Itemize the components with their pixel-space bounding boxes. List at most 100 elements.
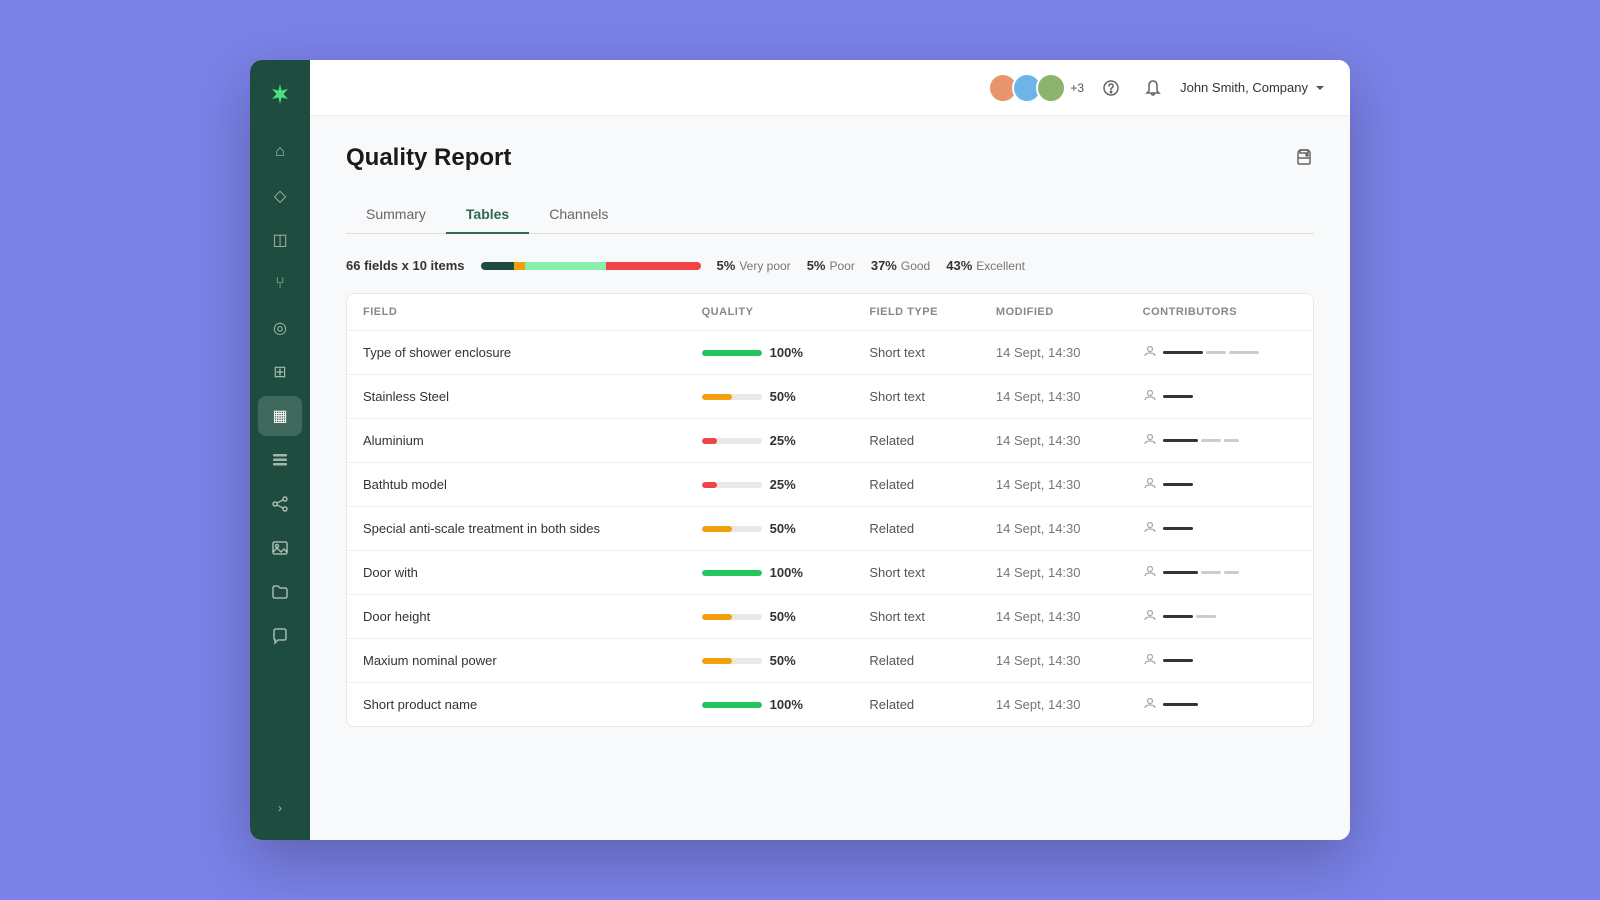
table-row[interactable]: Door with100%Short text14 Sept, 14:30 [347, 551, 1313, 595]
field-name-cell: Special anti-scale treatment in both sid… [347, 507, 686, 551]
poor-label: Poor [829, 259, 854, 273]
stat-excellent: 43% Excellent [946, 258, 1025, 273]
sidebar-item-tag[interactable]: ◇ [258, 176, 302, 216]
sidebar-item-chat[interactable] [258, 616, 302, 656]
tab-channels[interactable]: Channels [529, 196, 628, 234]
tab-summary[interactable]: Summary [346, 196, 446, 234]
help-icon[interactable] [1096, 73, 1126, 103]
quality-cell: 100% [686, 331, 854, 375]
stat-poor: 5% Poor [807, 258, 855, 273]
modified-cell: 14 Sept, 14:30 [980, 463, 1127, 507]
stat-very-poor: 5% Very poor [717, 258, 791, 273]
progress-very-poor [481, 262, 514, 270]
sidebar-item-connect[interactable] [258, 484, 302, 524]
field-type-cell: Related [853, 463, 980, 507]
contributor-icon [1143, 652, 1157, 669]
progress-poor [514, 262, 525, 270]
tab-tables[interactable]: Tables [446, 196, 529, 234]
contributor-icon [1143, 344, 1157, 361]
good-label: Good [901, 259, 930, 273]
sidebar-item-layers[interactable]: ◫ [258, 220, 302, 260]
contributor-icon [1143, 520, 1157, 537]
contributors-cell [1127, 683, 1313, 727]
quality-cell: 50% [686, 375, 854, 419]
table-row[interactable]: Type of shower enclosure100%Short text14… [347, 331, 1313, 375]
field-name-cell: Bathtub model [347, 463, 686, 507]
very-poor-pct: 5% [717, 258, 736, 273]
table-row[interactable]: Door height50%Short text14 Sept, 14:30 [347, 595, 1313, 639]
sidebar-item-home[interactable]: ⌂ [258, 132, 302, 172]
contributor-icon [1143, 388, 1157, 405]
sidebar-item-image[interactable] [258, 528, 302, 568]
contributors-cell [1127, 507, 1313, 551]
field-type-cell: Related [853, 683, 980, 727]
excellent-pct: 43% [946, 258, 972, 273]
quality-cell: 25% [686, 463, 854, 507]
table-row[interactable]: Short product name100%Related14 Sept, 14… [347, 683, 1313, 727]
field-name-cell: Type of shower enclosure [347, 331, 686, 375]
tab-bar: Summary Tables Channels [346, 196, 1314, 234]
poor-pct: 5% [807, 258, 826, 273]
field-name-cell: Aluminium [347, 419, 686, 463]
field-type-cell: Short text [853, 331, 980, 375]
sidebar-item-stack[interactable] [258, 440, 302, 480]
table-row[interactable]: Stainless Steel50%Short text14 Sept, 14:… [347, 375, 1313, 419]
modified-cell: 14 Sept, 14:30 [980, 683, 1127, 727]
table-row[interactable]: Special anti-scale treatment in both sid… [347, 507, 1313, 551]
sidebar-logo [262, 76, 298, 112]
modified-cell: 14 Sept, 14:30 [980, 507, 1127, 551]
field-type-cell: Related [853, 419, 980, 463]
field-name-cell: Short product name [347, 683, 686, 727]
sidebar-item-grid[interactable]: ⊞ [258, 352, 302, 392]
good-pct: 37% [871, 258, 897, 273]
topbar: +3 John Smith, Company [310, 60, 1350, 116]
quality-cell: 50% [686, 507, 854, 551]
modified-cell: 14 Sept, 14:30 [980, 595, 1127, 639]
quality-cell: 100% [686, 683, 854, 727]
field-name-cell: Maxium nominal power [347, 639, 686, 683]
quality-cell: 50% [686, 595, 854, 639]
modified-cell: 14 Sept, 14:30 [980, 639, 1127, 683]
sidebar-item-git[interactable]: ⑂ [258, 264, 302, 304]
contributors-cell [1127, 639, 1313, 683]
contributor-icon [1143, 432, 1157, 449]
page-header: Quality Report [346, 144, 1314, 172]
print-button[interactable] [1294, 146, 1314, 171]
sidebar-item-folder[interactable] [258, 572, 302, 612]
progress-excellent [606, 262, 701, 270]
data-table: FIELD QUALITY FIELD TYPE MODIFIED CONTRI… [346, 293, 1314, 727]
contributors-cell [1127, 375, 1313, 419]
field-type-cell: Short text [853, 595, 980, 639]
contributor-icon [1143, 476, 1157, 493]
contributors-cell [1127, 419, 1313, 463]
excellent-label: Excellent [976, 259, 1025, 273]
col-field: FIELD [347, 294, 686, 331]
very-poor-label: Very poor [739, 259, 790, 273]
field-name-cell: Stainless Steel [347, 375, 686, 419]
table-row[interactable]: Maxium nominal power50%Related14 Sept, 1… [347, 639, 1313, 683]
modified-cell: 14 Sept, 14:30 [980, 551, 1127, 595]
quality-cell: 50% [686, 639, 854, 683]
user-menu[interactable]: John Smith, Company [1180, 80, 1326, 95]
contributor-icon [1143, 564, 1157, 581]
contributors-cell [1127, 595, 1313, 639]
field-type-cell: Related [853, 639, 980, 683]
quality-cell: 100% [686, 551, 854, 595]
col-field-type: FIELD TYPE [853, 294, 980, 331]
sidebar-item-location[interactable]: ◎ [258, 308, 302, 348]
stats-label: 66 fields x 10 items [346, 258, 465, 273]
contributors-cell [1127, 551, 1313, 595]
table-row[interactable]: Aluminium25%Related14 Sept, 14:30 [347, 419, 1313, 463]
table-header-row: FIELD QUALITY FIELD TYPE MODIFIED CONTRI… [347, 294, 1313, 331]
table-row[interactable]: Bathtub model25%Related14 Sept, 14:30 [347, 463, 1313, 507]
avatar-group: +3 [988, 73, 1084, 103]
stat-good: 37% Good [871, 258, 930, 273]
avatar-count: +3 [1070, 81, 1084, 95]
sidebar-item-chart[interactable]: ▦ [258, 396, 302, 436]
contributors-cell [1127, 463, 1313, 507]
col-contributors: CONTRIBUTORS [1127, 294, 1313, 331]
sidebar-expand-button[interactable]: › [258, 792, 302, 824]
field-name-cell: Door with [347, 551, 686, 595]
notification-icon[interactable] [1138, 73, 1168, 103]
quality-cell: 25% [686, 419, 854, 463]
